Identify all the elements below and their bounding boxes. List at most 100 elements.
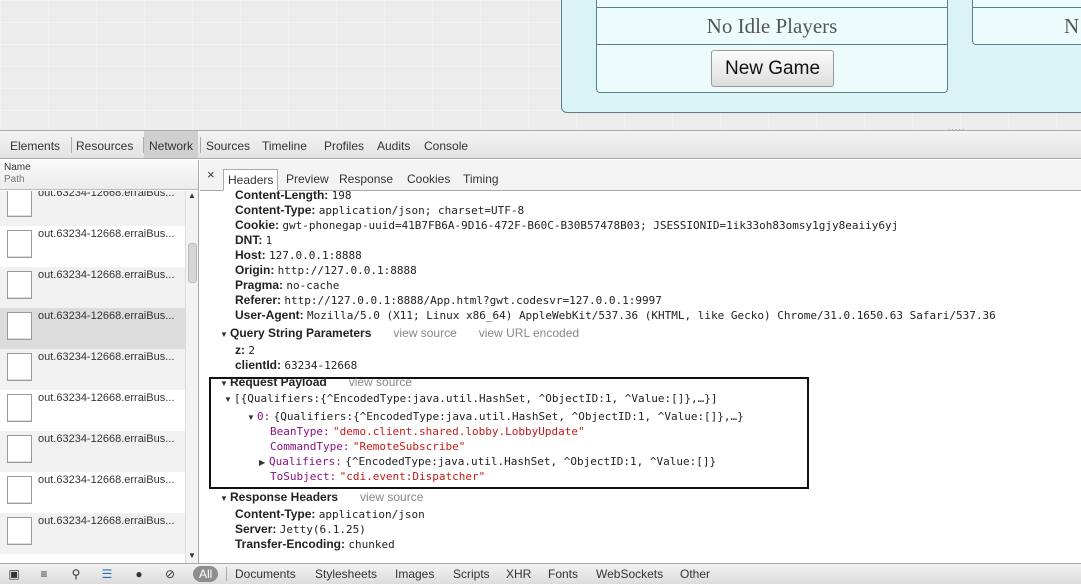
request-row[interactable]: out.63234-12668.erraiBus... bbox=[0, 431, 185, 472]
query-param: z: 2 bbox=[235, 343, 255, 357]
header-line: Pragma: no-cache bbox=[235, 278, 340, 292]
response-header-line: Transfer-Encoding: chunked bbox=[235, 537, 395, 551]
query-section-header[interactable]: ▼ Query String Parameters view source view … bbox=[220, 326, 579, 342]
tab-profiles[interactable]: Profiles bbox=[319, 131, 369, 158]
list-view-icon[interactable]: ☰ bbox=[98, 567, 116, 581]
file-icon bbox=[7, 191, 32, 217]
tab-sources[interactable]: Sources bbox=[201, 131, 255, 158]
file-icon bbox=[7, 230, 32, 258]
tab-console[interactable]: Console bbox=[419, 131, 473, 158]
new-game-button[interactable]: New Game bbox=[711, 50, 834, 87]
tab-network[interactable]: Network bbox=[144, 131, 199, 158]
request-name: out.63234-12668.erraiBus... bbox=[38, 351, 175, 363]
filter-fonts[interactable]: Fonts bbox=[548, 566, 578, 582]
response-section-header[interactable]: ▼ Response Headers view source bbox=[220, 490, 423, 506]
request-row[interactable]: out.63234-12668.erraiBus... bbox=[0, 267, 185, 308]
filter-documents[interactable]: Documents bbox=[235, 566, 296, 582]
request-name: out.63234-12668.erraiBus... bbox=[38, 392, 175, 404]
expanded-triangle-icon[interactable]: ▼ bbox=[247, 410, 257, 425]
close-icon[interactable]: × bbox=[207, 167, 215, 182]
request-row[interactable]: out.63234-12668.erraiBus... bbox=[0, 349, 185, 390]
filter-separator bbox=[226, 567, 227, 581]
file-icon bbox=[7, 271, 32, 299]
filter-scripts[interactable]: Scripts bbox=[453, 566, 490, 582]
request-name: out.63234-12668.erraiBus... bbox=[38, 191, 175, 199]
scroll-thumb[interactable] bbox=[188, 243, 197, 283]
filter-stylesheets[interactable]: Stylesheets bbox=[315, 566, 377, 582]
request-name: out.63234-12668.erraiBus... bbox=[38, 474, 175, 486]
header-line: Content-Length: 198 bbox=[235, 188, 352, 202]
view-source-link[interactable]: view source bbox=[360, 490, 423, 504]
collapsed-triangle-icon[interactable]: ▶ bbox=[259, 455, 269, 470]
tab-timing[interactable]: Timing bbox=[459, 169, 503, 191]
search-icon[interactable]: ⚲ bbox=[67, 567, 85, 581]
expanded-triangle-icon[interactable]: ▼ bbox=[220, 327, 230, 342]
request-rows: out.63234-12668.erraiBus... out.63234-12… bbox=[0, 191, 185, 563]
file-icon bbox=[7, 312, 32, 340]
header-line: User-Agent: Mozilla/5.0 (X11; Linux x86_… bbox=[235, 308, 996, 322]
idle-players-text: No Idle Players bbox=[706, 14, 838, 38]
expanded-triangle-icon[interactable]: ▼ bbox=[220, 376, 230, 391]
request-row[interactable]: out.63234-12668.erraiBus... bbox=[0, 513, 185, 554]
file-icon bbox=[7, 517, 32, 545]
tab-resources[interactable]: Resources bbox=[71, 131, 138, 158]
console-drawer-icon[interactable]: ≡ bbox=[35, 567, 53, 581]
request-row[interactable]: out.63234-12668.erraiBus... bbox=[0, 226, 185, 267]
scroll-up-arrow-icon[interactable]: ▲ bbox=[188, 191, 196, 200]
payload-field-collapsed[interactable]: ▶ Qualifiers: {^EncodedType:java.util.Has… bbox=[259, 454, 716, 470]
request-detail-pane: × Headers Preview Response Cookies Timin… bbox=[200, 160, 1081, 563]
header-line: DNT: 1 bbox=[235, 233, 273, 247]
request-row[interactable]: out.63234-12668.erraiBus... bbox=[0, 390, 185, 431]
file-icon bbox=[7, 394, 32, 422]
expanded-triangle-icon[interactable]: ▼ bbox=[224, 392, 234, 407]
tab-elements[interactable]: Elements bbox=[5, 131, 65, 158]
payload-field: ToSubject: "cdi.event:Dispatcher" bbox=[270, 470, 486, 483]
devtools-status-bar: ▣ ≡ ⚲ ☰ ● ⊘ All Documents Stylesheets Im… bbox=[0, 563, 1081, 584]
payload-root[interactable]: ▼ [{Qualifiers:{^EncodedType:java.util.Ha… bbox=[224, 391, 717, 407]
right-divider bbox=[972, 7, 1081, 8]
header-line: Origin: http://127.0.0.1:8888 bbox=[235, 263, 417, 277]
page-viewport: No Idle Players New Game N ..... bbox=[0, 0, 1081, 130]
list-header[interactable]: Name Path bbox=[0, 160, 198, 190]
devtools-panel: Elements Resources Network Sources Timel… bbox=[0, 130, 1081, 584]
file-icon bbox=[7, 435, 32, 463]
filter-xhr[interactable]: XHR bbox=[506, 566, 531, 582]
header-line: Content-Type: application/json; charset=… bbox=[235, 203, 525, 217]
response-header-line: Server: Jetty(6.1.25) bbox=[235, 522, 366, 536]
clear-icon[interactable]: ⊘ bbox=[161, 567, 179, 581]
list-scrollbar[interactable]: ▲ ▼ bbox=[185, 191, 198, 563]
request-name: out.63234-12668.erraiBus... bbox=[38, 310, 175, 322]
payload-item-0[interactable]: ▼ 0: {Qualifiers:{^EncodedType:java.util.… bbox=[247, 409, 744, 425]
record-icon[interactable]: ● bbox=[130, 567, 148, 581]
request-name: out.63234-12668.erraiBus... bbox=[38, 269, 175, 281]
dock-icon[interactable]: ▣ bbox=[5, 567, 23, 581]
filter-websockets[interactable]: WebSockets bbox=[596, 566, 663, 582]
headers-content: Content-Length: 198 Content-Type: applic… bbox=[200, 188, 1081, 563]
view-source-link[interactable]: view source bbox=[349, 375, 412, 389]
filter-all[interactable]: All bbox=[193, 566, 219, 582]
idle-divider bbox=[596, 7, 948, 8]
filter-images[interactable]: Images bbox=[395, 566, 434, 582]
header-line: Host: 127.0.0.1:8888 bbox=[235, 248, 362, 262]
expanded-triangle-icon[interactable]: ▼ bbox=[220, 491, 230, 506]
request-row[interactable]: out.63234-12668.erraiBus... bbox=[0, 472, 185, 513]
right-panel-text: N bbox=[1064, 14, 1080, 38]
column-name-label: Name bbox=[4, 162, 31, 173]
request-row[interactable]: out.63234-12668.erraiBus... bbox=[0, 191, 185, 226]
view-url-encoded-link[interactable]: view URL encoded bbox=[479, 326, 579, 340]
tab-timeline[interactable]: Timeline bbox=[257, 131, 312, 158]
devtools-toolbar: Elements Resources Network Sources Timel… bbox=[0, 131, 1081, 159]
payload-section-header[interactable]: ▼ Request Payload view source bbox=[220, 375, 412, 391]
tab-cookies[interactable]: Cookies bbox=[403, 169, 454, 191]
request-row-selected[interactable]: out.63234-12668.erraiBus... bbox=[0, 308, 185, 349]
payload-field: BeanType: "demo.client.shared.lobby.Lobb… bbox=[270, 425, 585, 438]
filter-other[interactable]: Other bbox=[680, 566, 710, 582]
tab-audits[interactable]: Audits bbox=[372, 131, 415, 158]
column-path-label: Path bbox=[4, 174, 25, 185]
idle-divider bbox=[596, 44, 948, 45]
view-source-link[interactable]: view source bbox=[393, 326, 456, 340]
scroll-down-arrow-icon[interactable]: ▼ bbox=[188, 551, 196, 560]
header-line: Cookie: gwt-phonegap-uuid=41B7FB6A-9D16-… bbox=[235, 218, 899, 232]
request-name: out.63234-12668.erraiBus... bbox=[38, 433, 175, 445]
file-icon bbox=[7, 353, 32, 381]
